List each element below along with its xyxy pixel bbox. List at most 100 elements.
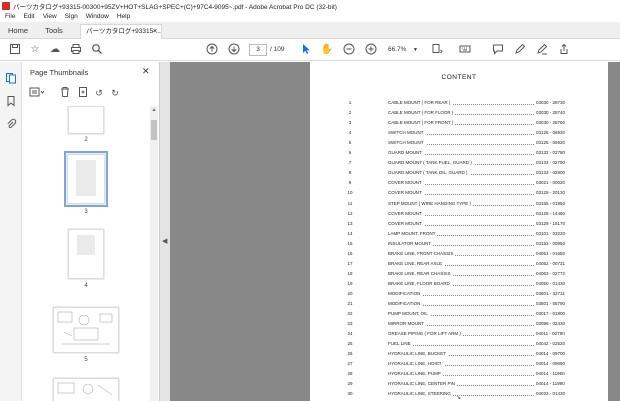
acrobat-app-icon: [2, 1, 10, 10]
toc-code: 03101 - 03220: [534, 230, 566, 236]
print-icon[interactable]: [69, 43, 83, 57]
toc-title-text: GREASE PIPING ( FOR LIFT ARM ): [388, 331, 463, 337]
toc-code: 03017 - 01800: [534, 311, 566, 317]
page-thumbnail-6[interactable]: [53, 378, 119, 401]
toc-code: 04022 - 01430: [534, 391, 566, 397]
toc-code: 04011 - 02790: [534, 331, 565, 337]
toc-number: 6: [348, 150, 352, 156]
hand-tool-icon[interactable]: ✋: [320, 43, 334, 57]
previous-page-icon[interactable]: [205, 43, 219, 57]
page-thumbnail-4[interactable]: [68, 229, 104, 279]
zoom-out-icon[interactable]: [342, 43, 356, 57]
save-icon[interactable]: [8, 43, 22, 57]
toc-title: COVER MOUNT: [388, 190, 424, 196]
toc-title: GUARD MOUNT ( TANK FUEL, GUARD ): [388, 160, 474, 166]
highlight-pen-icon[interactable]: [513, 43, 527, 57]
toc-title-text: FUEL LINE: [388, 341, 413, 347]
page-thumbnail-3[interactable]: [67, 154, 105, 204]
tab-document[interactable]: パーツカタログ+93315-... ×: [80, 24, 162, 39]
upload-cloud-icon[interactable]: ☁: [48, 43, 62, 57]
menu-edit[interactable]: Edit: [23, 13, 34, 20]
tab-home[interactable]: Home: [0, 22, 36, 39]
toc-title-text: GUARD MOUNT ( TANK FUEL, GUARD ): [388, 160, 474, 166]
document-viewer[interactable]: CONTENT 1 CABLE MOUNT ( FOR REAR ) 03030 -…: [170, 62, 620, 401]
page-thumbnails-panel: Page Thumbnails ✕ ↺ ↻ 2 3 4 5 ▲: [22, 62, 160, 401]
menu-file[interactable]: File: [5, 13, 15, 20]
thumbnail-options-icon[interactable]: [28, 86, 46, 100]
chevron-down-icon: ▼: [413, 47, 418, 53]
toc-title: MODIFICATION: [388, 290, 423, 296]
toc-title-text: PUMP MOUNT, OIL: [388, 311, 430, 317]
toc-number: 11: [347, 200, 353, 206]
toc-code-text: 04042 - 02520: [534, 341, 566, 347]
page-thumbnails-icon[interactable]: [4, 72, 18, 86]
toc-row: 20 MODIFICATION 03501 - 32711: [310, 290, 608, 301]
toc-row: 25 FUEL LINE 04042 - 02520: [310, 341, 608, 351]
toc-code-text: 03129 - 20130: [534, 190, 566, 196]
toc-row: 1 CABLE MOUNT ( FOR REAR ) 03030 - 28730: [310, 100, 608, 110]
keyboard-icon[interactable]: [458, 43, 472, 57]
menu-view[interactable]: View: [43, 13, 57, 20]
title-bar: パーツカタログ+93315-00300+95ZV+HOT+SLAG+SPEC+(…: [0, 0, 620, 11]
zoom-in-icon[interactable]: [364, 43, 378, 57]
scroll-up-icon[interactable]: ▲: [151, 107, 157, 113]
toc-row: 27 HYDRAULIC LINE, HOIST 04014 - 09690: [310, 361, 608, 371]
rotate-clockwise-icon[interactable]: ↻: [108, 86, 122, 100]
page-thumbnail-2[interactable]: [68, 106, 104, 134]
toc-code: 04050 - 01430: [534, 280, 566, 286]
thumbnail-scrollbar[interactable]: ▲: [150, 106, 158, 401]
comment-icon[interactable]: [491, 43, 505, 57]
menu-help[interactable]: Help: [117, 13, 130, 20]
toc-title: HYDRAULIC LINE, BUCKET: [388, 351, 449, 357]
toc-title: PUMP MOUNT, OIL: [388, 311, 430, 317]
scrollbar-thumb[interactable]: [151, 120, 157, 140]
toc-code: 03133 - 02780: [534, 150, 566, 156]
toc-code: 03129 - 18170: [534, 220, 566, 226]
attachments-icon[interactable]: [4, 118, 18, 132]
close-panel-icon[interactable]: ✕: [142, 66, 150, 77]
toc-code: 03030 - 28760: [534, 120, 566, 126]
bookmark-star-icon[interactable]: ☆: [28, 43, 42, 57]
toc-number: 8: [348, 170, 352, 176]
toc-title-text: BRAKE LINE, FLOOR BOARD: [388, 280, 452, 286]
toc-number: 2: [348, 110, 352, 116]
thumbnail-list[interactable]: 2 3 4 5: [22, 106, 150, 401]
toc-code: 03126 - 06920: [534, 140, 566, 146]
menu-sign[interactable]: Sign: [65, 13, 78, 20]
toc-code-text: 04052 - 00731: [534, 260, 566, 266]
page-display-icon[interactable]: [430, 43, 444, 57]
menu-window[interactable]: Window: [86, 13, 109, 20]
zoom-level-dropdown[interactable]: 66.7% ▼: [388, 44, 418, 56]
next-page-icon[interactable]: [227, 43, 241, 57]
toc-code-text: 03030 - 28730: [534, 100, 566, 105]
toc-title-text: INSULATOR MOUNT: [388, 240, 434, 246]
toc-code-text: 03501 - 55790: [534, 301, 566, 306]
delete-page-icon[interactable]: [58, 86, 72, 100]
toc-number: 13: [347, 220, 353, 226]
share-icon[interactable]: [557, 43, 571, 57]
close-tab-icon[interactable]: ×: [153, 25, 157, 39]
page-number-input[interactable]: 3: [249, 44, 267, 56]
toc-code: 03030 - 28740: [534, 110, 566, 116]
toc-title-text: CABLE MOUNT ( FOR FRONT ): [388, 120, 456, 126]
toc-title: CABLE MOUNT ( FOR FRONT ): [388, 120, 456, 126]
insert-page-icon[interactable]: [76, 86, 90, 100]
bookmarks-icon[interactable]: [4, 95, 18, 109]
tab-tools[interactable]: Tools: [36, 22, 72, 39]
toc-title: BRAKE LINE, FRONT CHASSIS: [388, 250, 456, 256]
toc-code-text: 03165 - 01950: [534, 200, 566, 206]
toc-title: MIRROR MOUNT: [388, 321, 426, 327]
rotate-counterclockwise-icon[interactable]: ↺: [92, 86, 106, 100]
toc-number: 24: [347, 331, 353, 337]
toc-code-text: 03133 - 02780: [534, 150, 566, 156]
collapse-panel-handle[interactable]: ◀: [160, 62, 170, 401]
toc-number: 18: [347, 270, 353, 276]
sign-icon[interactable]: [535, 43, 549, 57]
thumbnail-label: 3: [84, 209, 88, 215]
toc-code-text: 03129 - 14460: [534, 210, 566, 216]
search-icon[interactable]: [90, 43, 104, 57]
page-thumbnail-5[interactable]: [53, 307, 119, 353]
select-cursor-icon[interactable]: [299, 43, 313, 57]
toc-row: 21 MODIFICATION 03501 - 55790: [310, 301, 608, 311]
toc-title-text: BRAKE LINE, FRONT CHASSIS: [388, 250, 456, 256]
